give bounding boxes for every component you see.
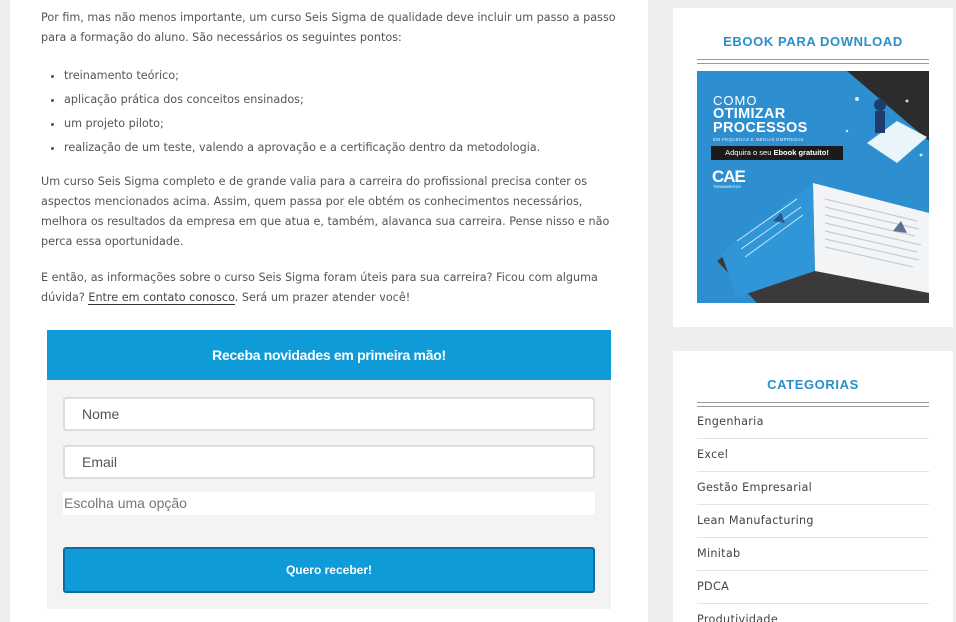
ebook-subtitle: EM PEQUENAS E MÉDIAS EMPRESAS — [713, 137, 804, 142]
article-paragraph-3: E então, as informações sobre o curso Se… — [41, 268, 621, 308]
category-list: Engenharia Excel Gestão Empresarial Lean… — [697, 406, 929, 622]
categories-widget: CATEGORIAS Engenharia Excel Gestão Empre… — [673, 351, 953, 622]
article-paragraph-2: Um curso Seis Sigma completo e de grande… — [41, 175, 610, 248]
cae-logo-subtitle: TREINAMENTOS — [713, 185, 741, 189]
list-item: realização de um teste, valendo a aprova… — [64, 136, 644, 160]
title-divider — [697, 59, 929, 64]
category-link-pdca[interactable]: PDCA — [697, 571, 929, 604]
requirements-list: treinamento teórico; aplicação prática d… — [41, 64, 644, 160]
article-column: Por fim, mas não menos importante, um cu… — [10, 0, 648, 622]
name-input[interactable] — [63, 397, 595, 431]
category-link-engenharia[interactable]: Engenharia — [697, 406, 929, 439]
ebook-cta-bold: Ebook gratuito! — [773, 148, 829, 157]
ebook-widget: EBOOK PARA DOWNLOAD COMO OTIMIZAR PROCES… — [673, 8, 953, 327]
page: Por fim, mas não menos importante, um cu… — [0, 0, 956, 622]
ebook-banner[interactable]: COMO OTIMIZAR PROCESSOS EM PEQUENAS E MÉ… — [697, 71, 929, 303]
ebook-line-3: PROCESSOS — [713, 120, 808, 136]
subscribe-button[interactable]: Quero receber! — [63, 547, 595, 593]
newsletter-header: Receba novidades em primeira mão! — [47, 330, 611, 380]
list-item: treinamento teórico; — [64, 64, 644, 88]
category-link-gestao-empresarial[interactable]: Gestão Empresarial — [697, 472, 929, 505]
paragraph-text: . Será um prazer atender você! — [234, 291, 411, 304]
contact-link[interactable]: Entre em contato conosco — [88, 291, 235, 305]
option-select[interactable]: Escolha uma opção — [63, 492, 595, 515]
article-intro-paragraph: Por fim, mas não menos importante, um cu… — [41, 11, 616, 44]
ebook-cta: Adquira o seu Ebook gratuito! — [711, 146, 843, 160]
category-link-produtividade[interactable]: Produtividade — [697, 604, 929, 622]
list-item: aplicação prática dos conceitos ensinado… — [64, 88, 644, 112]
widget-title: EBOOK PARA DOWNLOAD — [723, 34, 903, 49]
cae-logo: CAE — [712, 167, 746, 186]
list-item: um projeto piloto; — [64, 112, 644, 136]
category-link-excel[interactable]: Excel — [697, 439, 929, 472]
category-link-minitab[interactable]: Minitab — [697, 538, 929, 571]
widget-title: CATEGORIAS — [767, 377, 859, 392]
email-input[interactable] — [63, 445, 595, 479]
category-link-lean-manufacturing[interactable]: Lean Manufacturing — [697, 505, 929, 538]
ebook-cta-text: Adquira o seu — [725, 148, 774, 157]
newsletter-form: Receba novidades em primeira mão! Escolh… — [47, 330, 611, 609]
